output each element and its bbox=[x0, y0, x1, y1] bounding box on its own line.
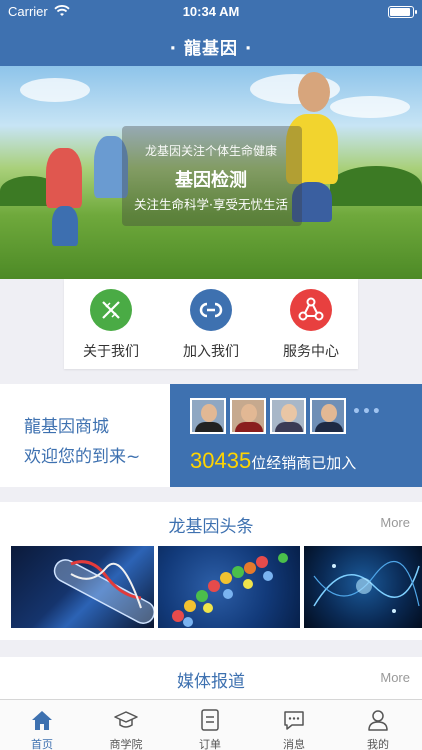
media-header: 媒体报道 More bbox=[0, 657, 422, 699]
headline-thumbnail[interactable] bbox=[158, 546, 300, 628]
tab-business-school[interactable]: 商学院 bbox=[84, 700, 168, 750]
tab-bar: 首页 商学院 订单 消息 我的 bbox=[0, 699, 422, 750]
cloud-shape bbox=[20, 78, 90, 102]
avatar bbox=[310, 398, 346, 434]
join-us-label: 加入我们 bbox=[183, 344, 239, 360]
message-icon bbox=[284, 711, 304, 730]
home-icon bbox=[32, 711, 52, 730]
banner-subtitle: 龙基因关注个体生命健康 bbox=[144, 144, 277, 158]
avatar bbox=[270, 398, 306, 434]
share-icon bbox=[290, 289, 332, 331]
more-avatars-icon: ••• bbox=[352, 404, 382, 420]
about-us-button[interactable]: 关于我们 bbox=[66, 289, 156, 361]
status-bar: Carrier 10:34 AM bbox=[0, 0, 422, 24]
tab-label: 商学院 bbox=[109, 738, 143, 750]
quick-actions-card: 关于我们 加入我们 服务中心 bbox=[64, 279, 358, 369]
cloud-shape bbox=[330, 96, 410, 118]
page-title: · 龍基因 · bbox=[169, 39, 253, 59]
avatar bbox=[230, 398, 266, 434]
user-icon bbox=[368, 710, 388, 731]
avatar bbox=[190, 398, 226, 434]
media-section: 媒体报道 More bbox=[0, 657, 422, 699]
tab-label: 我的 bbox=[367, 738, 389, 750]
battery-icon bbox=[388, 6, 417, 18]
service-center-label: 服务中心 bbox=[283, 344, 339, 360]
media-title: 媒体报道 bbox=[177, 672, 245, 692]
clock: 10:34 AM bbox=[182, 4, 240, 19]
dealer-count-text: 30435位经销商已加入 bbox=[190, 448, 356, 474]
app-screen: Carrier 10:34 AM · 龍基因 · 龙基因关注个体生命健康 基因检… bbox=[0, 0, 422, 750]
dealer-panel: ••• 30435位经销商已加入 bbox=[170, 384, 422, 487]
headline-thumbnail[interactable] bbox=[11, 546, 154, 628]
mall-banner[interactable]: 龍基因商城 欢迎您的到来~ ••• 30435位经销商已加入 bbox=[0, 384, 422, 487]
top-bar: Carrier 10:34 AM · 龍基因 · bbox=[0, 0, 422, 66]
mall-welcome-text: 欢迎您的到来~ bbox=[24, 447, 141, 467]
mall-welcome: 龍基因商城 欢迎您的到来~ bbox=[0, 384, 170, 487]
tab-messages[interactable]: 消息 bbox=[252, 700, 336, 750]
service-center-button[interactable]: 服务中心 bbox=[266, 289, 356, 361]
tab-home[interactable]: 首页 bbox=[0, 700, 84, 750]
tab-label: 首页 bbox=[31, 738, 53, 750]
headline-thumbnail[interactable] bbox=[304, 546, 422, 628]
banner-tagline: 关注生命科学·享受无忧生活 bbox=[134, 197, 288, 212]
mall-title: 龍基因商城 bbox=[24, 417, 109, 437]
graduation-cap-icon bbox=[114, 711, 138, 728]
dna-icon bbox=[90, 289, 132, 331]
banner-headline: 基因检测 bbox=[175, 170, 247, 191]
join-us-button[interactable]: 加入我们 bbox=[166, 289, 256, 361]
tab-label: 订单 bbox=[199, 738, 221, 750]
tab-profile[interactable]: 我的 bbox=[336, 700, 420, 750]
hero-banner[interactable]: 龙基因关注个体生命健康 基因检测 关注生命科学·享受无忧生活 bbox=[0, 66, 422, 279]
tab-label: 消息 bbox=[283, 738, 305, 750]
about-us-label: 关于我们 bbox=[83, 344, 139, 360]
headlines-section: 龙基因头条 More bbox=[0, 502, 422, 640]
child-figure bbox=[298, 72, 330, 112]
media-more-link[interactable]: More bbox=[380, 670, 410, 685]
link-icon bbox=[190, 289, 232, 331]
headlines-more-link[interactable]: More bbox=[380, 515, 410, 530]
dealer-count: 30435 bbox=[190, 448, 252, 473]
headlines-title: 龙基因头条 bbox=[168, 517, 254, 537]
dealer-count-suffix: 位经销商已加入 bbox=[251, 454, 357, 472]
order-list-icon bbox=[201, 709, 219, 731]
tab-orders[interactable]: 订单 bbox=[168, 700, 252, 750]
headlines-header: 龙基因头条 More bbox=[0, 502, 422, 544]
